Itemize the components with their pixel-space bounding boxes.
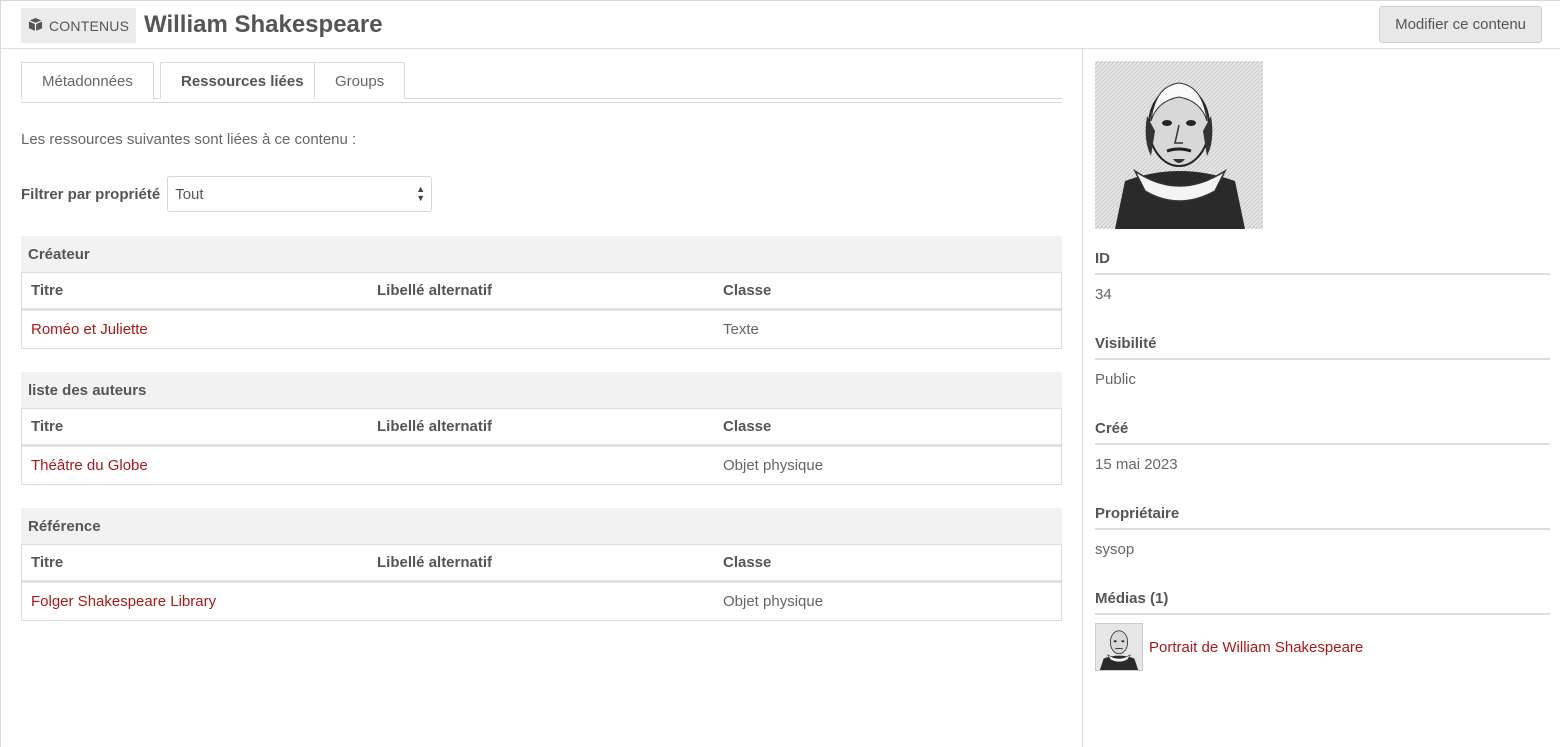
resource-class: Texte [723, 321, 759, 338]
visibility-value: Public [1095, 371, 1136, 388]
section-badge: CONTENUS [21, 8, 137, 43]
resource-table: Titre Libellé alternatif Classe Théâtre … [21, 408, 1062, 485]
tab-linked-resources[interactable]: Ressources liées [160, 62, 325, 99]
resource-group-authors-list: liste des auteurs Titre Libellé alternat… [21, 372, 1062, 485]
box-icon [28, 17, 43, 35]
property-filter: Filtrer par propriété Tout ▲ ▼ [21, 176, 433, 212]
resource-link[interactable]: Roméo et Juliette [31, 321, 148, 338]
table-row: Folger Shakespeare Library Objet physiqu… [22, 583, 1061, 620]
media-item: Portrait de William Shakespeare [1095, 623, 1550, 671]
table-header-row: Titre Libellé alternatif Classe [22, 545, 1061, 583]
resource-table: Titre Libellé alternatif Classe Roméo et… [21, 272, 1062, 349]
visibility-label: Visibilité [1095, 335, 1550, 360]
resource-class: Objet physique [723, 457, 824, 474]
resource-table: Titre Libellé alternatif Classe Folger S… [21, 544, 1062, 621]
resource-class: Objet physique [723, 593, 824, 610]
table-row: Théâtre du Globe Objet physique [22, 447, 1061, 484]
column-header-title: Titre [31, 282, 64, 299]
filter-select[interactable]: Tout ▲ ▼ [167, 176, 433, 212]
page-title: William Shakespeare [144, 11, 383, 38]
created-value: 15 mai 2023 [1095, 456, 1178, 473]
column-header-class: Classe [723, 418, 772, 435]
group-title: liste des auteurs [21, 372, 1062, 408]
filter-selected-value: Tout [175, 185, 204, 203]
main-content: Métadonnées Ressources liées Groups Les … [21, 49, 1062, 621]
media-label: Médias (1) [1095, 590, 1550, 615]
media-link[interactable]: Portrait de William Shakespeare [1149, 639, 1363, 656]
column-header-class: Classe [723, 554, 772, 571]
column-header-title: Titre [31, 554, 64, 571]
table-row: Roméo et Juliette Texte [22, 311, 1061, 348]
table-header-row: Titre Libellé alternatif Classe [22, 409, 1061, 447]
select-arrows-icon: ▲ ▼ [416, 184, 426, 203]
tab-bar: Métadonnées Ressources liées Groups [21, 49, 1062, 103]
meta-id: ID 34 [1095, 250, 1550, 303]
group-title: Créateur [21, 236, 1062, 272]
portrait-thumbnail[interactable] [1095, 61, 1263, 229]
meta-created: Créé 15 mai 2023 [1095, 420, 1550, 473]
owner-label: Propriétaire [1095, 505, 1550, 530]
tab-metadata[interactable]: Métadonnées [21, 62, 154, 99]
page-header: CONTENUS William Shakespeare Modifier ce… [1, 1, 1560, 49]
meta-visibility: Visibilité Public [1095, 335, 1550, 388]
resource-group-reference: Référence Titre Libellé alternatif Class… [21, 508, 1062, 621]
meta-media: Médias (1) Portrait de William Shakespea… [1095, 590, 1550, 671]
section-label: CONTENUS [49, 17, 130, 34]
column-header-alt-label: Libellé alternatif [377, 554, 493, 571]
resource-group-creator: Créateur Titre Libellé alternatif Classe… [21, 236, 1062, 349]
table-header-row: Titre Libellé alternatif Classe [22, 273, 1061, 311]
resource-link[interactable]: Folger Shakespeare Library [31, 593, 216, 610]
metadata-sidebar: ID 34 Visibilité Public Créé 15 mai 2023… [1082, 49, 1560, 747]
id-label: ID [1095, 250, 1550, 275]
id-value: 34 [1095, 286, 1112, 303]
edit-content-button[interactable]: Modifier ce contenu [1379, 6, 1542, 43]
filter-label: Filtrer par propriété [21, 185, 161, 203]
owner-value: sysop [1095, 541, 1135, 558]
meta-owner: Propriétaire sysop [1095, 505, 1550, 558]
column-header-class: Classe [723, 282, 772, 299]
column-header-alt-label: Libellé alternatif [377, 418, 493, 435]
resource-link[interactable]: Théâtre du Globe [31, 457, 148, 474]
tab-groups[interactable]: Groups [314, 62, 406, 99]
column-header-title: Titre [31, 418, 64, 435]
intro-text: Les ressources suivantes sont liées à ce… [21, 131, 357, 148]
created-label: Créé [1095, 420, 1550, 445]
column-header-alt-label: Libellé alternatif [377, 282, 493, 299]
group-title: Référence [21, 508, 1062, 544]
media-thumbnail[interactable] [1095, 623, 1143, 671]
